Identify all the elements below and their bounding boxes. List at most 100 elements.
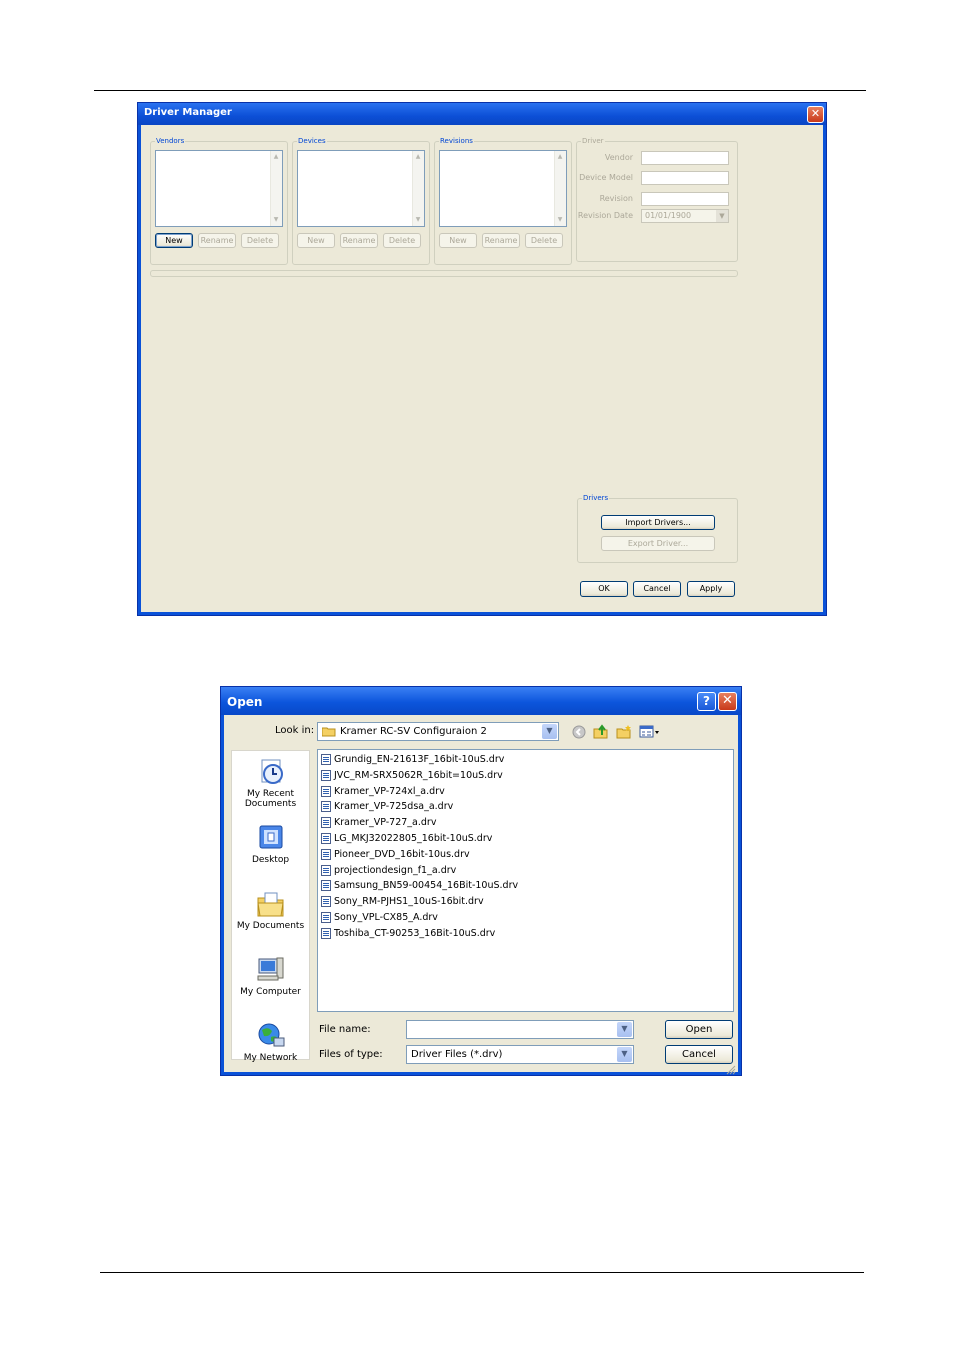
scroll-up-icon: ▲ <box>273 153 279 160</box>
device-model-field[interactable] <box>641 171 729 185</box>
place-my-documents[interactable]: My Documents <box>232 889 309 931</box>
devices-group: Devices ▲ ▼ New Rename Delete <box>292 136 430 265</box>
vendors-rename-button[interactable]: Rename <box>198 233 236 248</box>
driver-file-icon <box>321 880 331 892</box>
look-in-value: Kramer RC-SV Configuraion 2 <box>340 726 487 737</box>
file-name: Grundig_EN-21613F_16bit-10uS.drv <box>334 754 505 765</box>
revision-field[interactable] <box>641 192 729 206</box>
drivers-group-label: Drivers <box>582 493 610 503</box>
close-icon[interactable]: ✕ <box>807 106 824 123</box>
file-list-item[interactable]: Sony_RM-PJHS1_10uS-16bit.drv <box>321 894 484 909</box>
revisions-rename-button[interactable]: Rename <box>482 233 520 248</box>
scroll-down-icon: ▼ <box>415 216 421 223</box>
ok-button[interactable]: OK <box>580 581 628 597</box>
file-list-item[interactable]: Sony_VPL-CX85_A.drv <box>321 910 438 925</box>
file-name: Kramer_VP-725dsa_a.drv <box>334 801 454 813</box>
file-list-item[interactable]: Toshiba_CT-90253_16Bit-10uS.drv <box>321 926 495 941</box>
vendors-delete-button[interactable]: Delete <box>241 233 279 248</box>
vendors-new-button[interactable]: New <box>155 233 193 248</box>
place-label: My Network <box>243 1053 298 1063</box>
file-list-item[interactable]: Grundig_EN-21613F_16bit-10uS.drv <box>321 752 504 767</box>
look-in-dropdown[interactable]: Kramer RC-SV Configuraion 2 ▼ <box>317 722 559 741</box>
chevron-down-icon[interactable]: ▼ <box>617 1047 632 1062</box>
driver-file-icon <box>321 864 331 876</box>
devices-list[interactable]: ▲ ▼ <box>297 150 425 227</box>
devices-new-button[interactable]: New <box>297 233 335 248</box>
driver-file-icon <box>321 817 331 829</box>
place-label: My Computer <box>240 987 301 997</box>
driver-file-icon <box>321 754 331 765</box>
chevron-down-icon[interactable]: ▼ <box>716 210 728 222</box>
place-my-network[interactable]: My Network <box>232 1021 309 1063</box>
driver-file-icon <box>321 785 331 797</box>
scroll-down-icon: ▼ <box>273 216 279 223</box>
header-rule <box>94 90 866 91</box>
place-my-computer[interactable]: My Computer <box>232 955 309 997</box>
file-list-item[interactable]: Kramer_VP-724xl_a.drv <box>321 784 445 799</box>
files-of-type-dropdown[interactable]: Driver Files (*.drv) ▼ <box>406 1045 634 1064</box>
recent-documents-icon <box>261 759 283 784</box>
revisions-new-button[interactable]: New <box>439 233 477 248</box>
file-list-item[interactable]: Kramer_VP-727_a.drv <box>321 815 436 830</box>
driver-manager-title: Driver Manager <box>144 107 232 118</box>
help-icon[interactable]: ? <box>697 692 716 711</box>
cancel-button[interactable]: Cancel <box>665 1045 733 1064</box>
revision-date-label: Revision Date <box>577 211 633 220</box>
file-list[interactable]: Grundig_EN-21613F_16bit-10uS.drv JVC_RM-S… <box>317 749 734 1012</box>
file-list-item[interactable]: Samsung_BN59-00454_16Bit-10uS.drv <box>321 878 518 893</box>
driver-manager-titlebar[interactable]: Driver Manager ✕ <box>138 103 826 125</box>
open-dialog-titlebar[interactable]: Open ? ✕ <box>221 687 741 715</box>
my-computer-icon <box>257 957 283 981</box>
revisions-delete-button[interactable]: Delete <box>525 233 563 248</box>
places-bar: My Recent Documents Desktop My Documents… <box>231 750 310 1063</box>
file-list-item[interactable]: JVC_RM-SRX5062R_16bit=10uS.drv <box>321 768 503 783</box>
open-button[interactable]: Open <box>665 1020 733 1039</box>
chevron-down-icon[interactable]: ▼ <box>542 724 557 739</box>
driver-group: Driver Vendor Device Model Revision Revi… <box>576 136 738 262</box>
revisions-list-scrollbar[interactable]: ▲ ▼ <box>554 151 566 226</box>
devices-list-scrollbar[interactable]: ▲ ▼ <box>412 151 424 226</box>
vendor-field[interactable] <box>641 151 729 165</box>
file-list-item[interactable]: projectiondesign_f1_a.drv <box>321 863 456 878</box>
place-desktop[interactable]: Desktop <box>232 823 309 865</box>
driver-file-icon <box>321 769 331 781</box>
driver-group-label: Driver <box>581 136 605 146</box>
driver-file-icon <box>321 801 331 813</box>
up-folder-icon[interactable] <box>593 724 609 739</box>
file-list-item[interactable]: Kramer_VP-725dsa_a.drv <box>321 799 453 814</box>
back-icon[interactable] <box>572 725 586 739</box>
file-list-item[interactable]: LG_MKJ32022805_16bit-10uS.drv <box>321 831 492 846</box>
revision-date-value: 01/01/1900 <box>645 211 692 220</box>
my-documents-icon <box>256 892 284 917</box>
desktop-icon <box>259 825 282 849</box>
export-driver-button[interactable]: Export Driver... <box>601 536 715 551</box>
devices-group-label: Devices <box>297 136 327 146</box>
devices-delete-button[interactable]: Delete <box>383 233 421 248</box>
file-name-label: File name: <box>319 1024 371 1035</box>
open-dialog-window: Open ? ✕ Look in: Kramer RC-SV Configura… <box>220 686 742 1076</box>
file-list-item[interactable]: Pioneer_DVD_16bit-10us.drv <box>321 847 470 862</box>
vendors-list-scrollbar[interactable]: ▲ ▼ <box>270 151 282 226</box>
driver-file-icon <box>321 896 331 908</box>
revision-date-picker[interactable]: 01/01/1900 ▼ <box>641 209 729 223</box>
devices-rename-button[interactable]: Rename <box>340 233 378 248</box>
place-my-recent-documents[interactable]: My Recent Documents <box>232 757 309 809</box>
import-drivers-button[interactable]: Import Drivers... <box>601 515 715 530</box>
revisions-list[interactable]: ▲ ▼ <box>439 150 567 227</box>
files-of-type-value: Driver Files (*.drv) <box>411 1049 503 1060</box>
file-name: Kramer_VP-727_a.drv <box>334 817 437 829</box>
open-dialog-client: Look in: Kramer RC-SV Configuraion 2 ▼ M… <box>224 715 738 1075</box>
file-name-input[interactable]: ▼ <box>406 1020 634 1039</box>
scroll-up-icon: ▲ <box>415 153 421 160</box>
vendors-group-label: Vendors <box>155 136 186 146</box>
views-menu-icon[interactable] <box>639 724 661 739</box>
apply-button[interactable]: Apply <box>687 581 735 597</box>
cancel-button[interactable]: Cancel <box>633 581 681 597</box>
vendors-list[interactable]: ▲ ▼ <box>155 150 283 227</box>
resize-grip-icon[interactable] <box>726 1060 736 1075</box>
close-icon[interactable]: ✕ <box>718 692 737 711</box>
my-network-icon <box>258 1023 284 1047</box>
chevron-down-icon[interactable]: ▼ <box>617 1022 632 1037</box>
new-folder-icon[interactable] <box>616 724 632 739</box>
open-dialog-title: Open <box>227 695 263 709</box>
